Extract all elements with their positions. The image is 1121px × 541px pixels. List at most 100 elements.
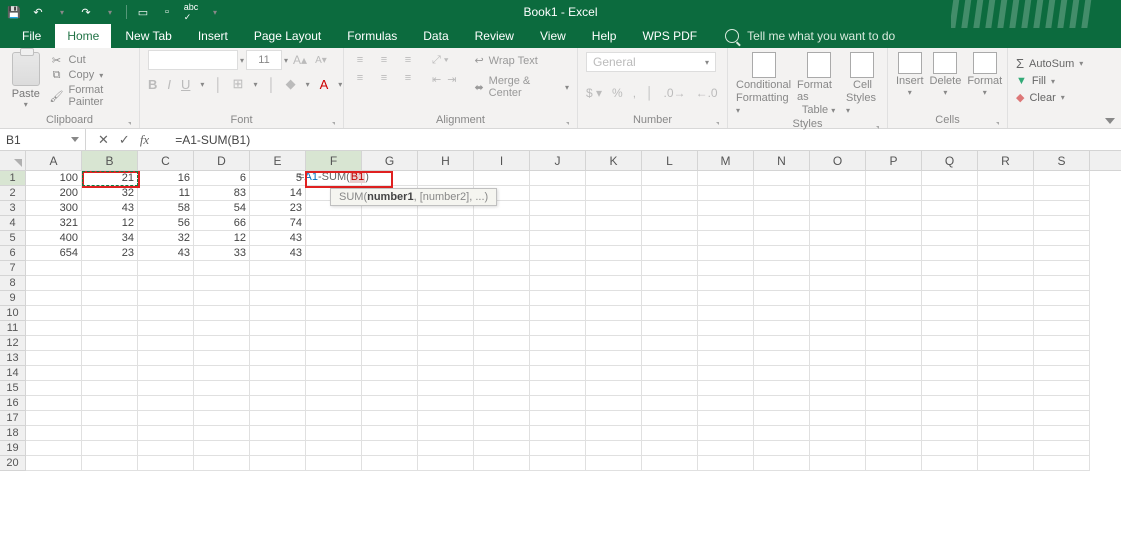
cell-B16[interactable] bbox=[82, 396, 138, 411]
row-header-1[interactable]: 1 bbox=[0, 171, 26, 186]
cell-R18[interactable] bbox=[978, 426, 1034, 441]
cell-L13[interactable] bbox=[642, 351, 698, 366]
cell-S10[interactable] bbox=[1034, 306, 1090, 321]
cell-M8[interactable] bbox=[698, 276, 754, 291]
formula-bar-input[interactable]: =A1-SUM(B1) bbox=[161, 133, 1121, 147]
increase-decimal-button[interactable]: .0→ bbox=[664, 86, 686, 100]
cell-A11[interactable] bbox=[26, 321, 82, 336]
cell-E6[interactable]: 43 bbox=[250, 246, 306, 261]
cell-Q13[interactable] bbox=[922, 351, 978, 366]
cell-K7[interactable] bbox=[586, 261, 642, 276]
cell-O7[interactable] bbox=[810, 261, 866, 276]
cell-B19[interactable] bbox=[82, 441, 138, 456]
cell-I7[interactable] bbox=[474, 261, 530, 276]
cell-N6[interactable] bbox=[754, 246, 810, 261]
cell-D5[interactable]: 12 bbox=[194, 231, 250, 246]
cell-R12[interactable] bbox=[978, 336, 1034, 351]
cell-D17[interactable] bbox=[194, 411, 250, 426]
enter-formula-button[interactable]: ✓ bbox=[119, 132, 130, 148]
cell-D13[interactable] bbox=[194, 351, 250, 366]
cell-S12[interactable] bbox=[1034, 336, 1090, 351]
cell-A16[interactable] bbox=[26, 396, 82, 411]
cell-C5[interactable]: 32 bbox=[138, 231, 194, 246]
cell-G8[interactable] bbox=[362, 276, 418, 291]
cell-K9[interactable] bbox=[586, 291, 642, 306]
cell-J13[interactable] bbox=[530, 351, 586, 366]
cell-G18[interactable] bbox=[362, 426, 418, 441]
cell-F4[interactable] bbox=[306, 216, 362, 231]
cell-D14[interactable] bbox=[194, 366, 250, 381]
cell-D7[interactable] bbox=[194, 261, 250, 276]
cell-M3[interactable] bbox=[698, 201, 754, 216]
cell-J14[interactable] bbox=[530, 366, 586, 381]
cell-S17[interactable] bbox=[1034, 411, 1090, 426]
cell-H10[interactable] bbox=[418, 306, 474, 321]
cell-C1[interactable]: 16 bbox=[138, 171, 194, 186]
cell-A8[interactable] bbox=[26, 276, 82, 291]
decrease-font-button[interactable]: A▾ bbox=[312, 55, 330, 66]
cell-C19[interactable] bbox=[138, 441, 194, 456]
row-header-2[interactable]: 2 bbox=[0, 186, 26, 201]
cell-F16[interactable] bbox=[306, 396, 362, 411]
column-header-K[interactable]: K bbox=[586, 151, 642, 170]
cell-E9[interactable] bbox=[250, 291, 306, 306]
cell-S14[interactable] bbox=[1034, 366, 1090, 381]
cell-G17[interactable] bbox=[362, 411, 418, 426]
cell-B5[interactable]: 34 bbox=[82, 231, 138, 246]
column-header-C[interactable]: C bbox=[138, 151, 194, 170]
save-icon[interactable]: 💾 bbox=[6, 4, 22, 20]
cell-A13[interactable] bbox=[26, 351, 82, 366]
cell-P20[interactable] bbox=[866, 456, 922, 471]
cell-J17[interactable] bbox=[530, 411, 586, 426]
cell-C18[interactable] bbox=[138, 426, 194, 441]
cell-Q9[interactable] bbox=[922, 291, 978, 306]
cell-K16[interactable] bbox=[586, 396, 642, 411]
decrease-decimal-button[interactable]: ←.0 bbox=[696, 86, 718, 100]
cell-O12[interactable] bbox=[810, 336, 866, 351]
align-center-button[interactable]: ≡ bbox=[376, 72, 392, 84]
cell-N11[interactable] bbox=[754, 321, 810, 336]
cell-M11[interactable] bbox=[698, 321, 754, 336]
cell-A17[interactable] bbox=[26, 411, 82, 426]
cell-S1[interactable] bbox=[1034, 171, 1090, 186]
cell-E18[interactable] bbox=[250, 426, 306, 441]
cell-L3[interactable] bbox=[642, 201, 698, 216]
cell-A10[interactable] bbox=[26, 306, 82, 321]
cell-A6[interactable]: 654 bbox=[26, 246, 82, 261]
format-painter-button[interactable]: 🖌 Format Painter bbox=[50, 84, 131, 108]
cell-J15[interactable] bbox=[530, 381, 586, 396]
cell-S6[interactable] bbox=[1034, 246, 1090, 261]
row-header-9[interactable]: 9 bbox=[0, 291, 26, 306]
cell-L2[interactable] bbox=[642, 186, 698, 201]
cell-O18[interactable] bbox=[810, 426, 866, 441]
cell-S5[interactable] bbox=[1034, 231, 1090, 246]
cell-P1[interactable] bbox=[866, 171, 922, 186]
cell-P10[interactable] bbox=[866, 306, 922, 321]
cell-P8[interactable] bbox=[866, 276, 922, 291]
cell-M9[interactable] bbox=[698, 291, 754, 306]
cell-K15[interactable] bbox=[586, 381, 642, 396]
cell-E17[interactable] bbox=[250, 411, 306, 426]
cell-P2[interactable] bbox=[866, 186, 922, 201]
cell-C7[interactable] bbox=[138, 261, 194, 276]
cell-S20[interactable] bbox=[1034, 456, 1090, 471]
cell-J18[interactable] bbox=[530, 426, 586, 441]
cell-M1[interactable] bbox=[698, 171, 754, 186]
qat-customize-dropdown[interactable]: ▾ bbox=[207, 4, 223, 20]
align-top-button[interactable]: ≡ bbox=[352, 54, 368, 66]
tab-insert[interactable]: Insert bbox=[186, 24, 240, 48]
cell-O2[interactable] bbox=[810, 186, 866, 201]
cell-K20[interactable] bbox=[586, 456, 642, 471]
cell-J10[interactable] bbox=[530, 306, 586, 321]
cell-S4[interactable] bbox=[1034, 216, 1090, 231]
cell-L8[interactable] bbox=[642, 276, 698, 291]
cell-K10[interactable] bbox=[586, 306, 642, 321]
cell-A4[interactable]: 321 bbox=[26, 216, 82, 231]
cell-B7[interactable] bbox=[82, 261, 138, 276]
paste-button[interactable]: Paste ▾ bbox=[8, 50, 44, 109]
align-right-button[interactable]: ≡ bbox=[400, 72, 416, 84]
cell-S18[interactable] bbox=[1034, 426, 1090, 441]
cell-O20[interactable] bbox=[810, 456, 866, 471]
borders-button[interactable]: ⊞ bbox=[233, 76, 244, 92]
tab-page-layout[interactable]: Page Layout bbox=[242, 24, 333, 48]
